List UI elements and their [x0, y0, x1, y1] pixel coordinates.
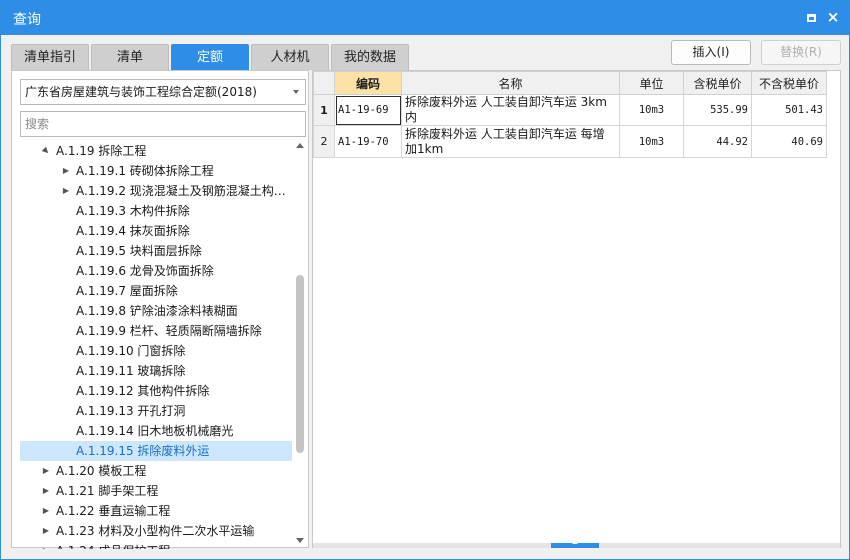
tree-node[interactable]: A.1.19.15 拆除废料外运 — [20, 441, 292, 461]
expand-right-icon[interactable]: ▶ — [40, 481, 52, 501]
close-button[interactable]: × — [823, 7, 843, 27]
scrollbar-thumb[interactable] — [296, 275, 304, 453]
quota-tree-panel: 广东省房屋建筑与装饰工程综合定额(2018) ▲A.1.19 拆除工程▶A.1.… — [11, 70, 309, 549]
tree-node[interactable]: ▲ A.1.19 拆除工程 — [20, 141, 292, 161]
tree-node-label: A.1.19.9 栏杆、轻质隔断隔墙拆除 — [76, 324, 262, 338]
tree-node[interactable]: A.1.19.6 龙骨及饰面拆除 — [20, 261, 292, 281]
tree-node-label: A.1.19.13 开孔打洞 — [76, 404, 186, 418]
tree-node-label: A.1.19.6 龙骨及饰面拆除 — [76, 264, 214, 278]
tree-node-label: A.1.19.5 块料面层拆除 — [76, 244, 202, 258]
scrollbar-grip[interactable] — [551, 541, 599, 548]
cell-code[interactable]: A1-19-70 — [334, 125, 402, 158]
column-header-name[interactable]: 名称 — [401, 71, 620, 95]
table-row[interactable]: 2 A1-19-70 拆除废料外运 人工装自卸汽车运 每增加1km 10m3 4… — [313, 125, 827, 158]
cell-unit[interactable]: 10m3 — [619, 94, 684, 126]
tree-node[interactable]: A.1.19.5 块料面层拆除 — [20, 241, 292, 261]
tree-node[interactable]: ▶ A.1.19.2 现浇混凝土及钢筋混凝土构… — [20, 181, 292, 201]
tree-node[interactable]: A.1.19.7 屋面拆除 — [20, 281, 292, 301]
maximize-button[interactable] — [801, 7, 821, 27]
tree-node-label: A.1.19.14 旧木地板机械磨光 — [76, 424, 234, 438]
cell-price-without-tax[interactable]: 40.69 — [751, 125, 827, 158]
tree-node-label: A.1.19.12 其他构件拆除 — [76, 384, 210, 398]
chevron-down-icon — [293, 90, 299, 94]
tree-node-label: A.1.23 材料及小型构件二次水平运输 — [56, 524, 255, 538]
column-header-price-without-tax[interactable]: 不含税单价 — [751, 71, 827, 95]
expand-right-icon[interactable]: ▶ — [40, 541, 52, 549]
tab-bill[interactable]: 清单 — [91, 44, 169, 70]
tree-node-label: A.1.19.2 现浇混凝土及钢筋混凝土构… — [76, 184, 286, 198]
tree-node-label: A.1.19.4 抹灰面拆除 — [76, 224, 190, 238]
chapter-tree: ▲ A.1.19 拆除工程 ▶ A.1.19.1 砖砌体拆除工程 ▶ A.1.19.2 现… — [20, 141, 294, 549]
tree-node[interactable]: ▶ A.1.22 垂直运输工程 — [20, 501, 292, 521]
replace-button[interactable]: 替换(R) — [761, 40, 841, 65]
expand-right-icon[interactable]: ▶ — [40, 521, 52, 541]
tree-node[interactable]: A.1.19.13 开孔打洞 — [20, 401, 292, 421]
expand-right-icon[interactable]: ▶ — [60, 181, 72, 201]
cell-unit[interactable]: 10m3 — [619, 125, 684, 158]
cell-price-with-tax[interactable]: 44.92 — [683, 125, 752, 158]
grid-horizontal-scrollbar[interactable] — [313, 541, 840, 548]
tree-node[interactable]: A.1.19.12 其他构件拆除 — [20, 381, 292, 401]
tree-node[interactable]: ▶ A.1.24 成品保护工程 — [20, 541, 292, 549]
cell-price-without-tax[interactable]: 501.43 — [751, 94, 827, 126]
tree-node-label: A.1.19.11 玻璃拆除 — [76, 364, 186, 378]
scroll-down-icon[interactable] — [296, 538, 304, 543]
tree-node-label: A.1.19.15 拆除废料外运 — [76, 444, 210, 458]
tree-node[interactable]: A.1.19.8 铲除油漆涂料裱糊面 — [20, 301, 292, 321]
tree-node[interactable]: A.1.19.9 栏杆、轻质隔断隔墙拆除 — [20, 321, 292, 341]
tree-node[interactable]: ▶ A.1.19.1 砖砌体拆除工程 — [20, 161, 292, 181]
expand-right-icon[interactable]: ▶ — [40, 461, 52, 481]
scroll-up-icon[interactable] — [296, 143, 304, 148]
row-number[interactable]: 1 — [313, 94, 335, 126]
window-title: 查询 — [13, 12, 41, 28]
tree-node-label: A.1.21 脚手架工程 — [56, 484, 159, 498]
quota-table: 编码 名称 单位 含税单价 不含税单价 1 A1-19-69 拆除废料外运 人工… — [313, 71, 827, 158]
tree-node[interactable]: A.1.19.11 玻璃拆除 — [20, 361, 292, 381]
search-input[interactable] — [20, 111, 306, 137]
row-number[interactable]: 2 — [313, 125, 335, 158]
tab-labor-material-machine[interactable]: 人材机 — [251, 44, 329, 70]
insert-button[interactable]: 插入(I) — [671, 40, 751, 65]
maximize-icon — [806, 14, 816, 22]
tree-scrollbar[interactable] — [295, 141, 305, 546]
tree-node[interactable]: A.1.19.10 门窗拆除 — [20, 341, 292, 361]
cell-name[interactable]: 拆除废料外运 人工装自卸汽车运 3km内 — [401, 94, 620, 126]
tree-node-label: A.1.19 拆除工程 — [56, 144, 147, 158]
quota-library-value: 广东省房屋建筑与装饰工程综合定额(2018) — [25, 85, 257, 99]
tree-node-label: A.1.19.1 砖砌体拆除工程 — [76, 164, 214, 178]
row-number-header — [313, 71, 335, 95]
tab-bill-guide[interactable]: 清单指引 — [11, 44, 89, 70]
tree-node-label: A.1.20 模板工程 — [56, 464, 147, 478]
column-header-price-with-tax[interactable]: 含税单价 — [683, 71, 752, 95]
tree-node[interactable]: ▶ A.1.20 模板工程 — [20, 461, 292, 481]
tree-node-label: A.1.19.10 门窗拆除 — [76, 344, 186, 358]
tree-node-label: A.1.19.3 木构件拆除 — [76, 204, 190, 218]
column-header-code[interactable]: 编码 — [334, 71, 402, 95]
tree-node[interactable]: A.1.19.4 抹灰面拆除 — [20, 221, 292, 241]
cell-price-with-tax[interactable]: 535.99 — [683, 94, 752, 126]
tab-my-data[interactable]: 我的数据 — [331, 44, 409, 70]
column-header-unit[interactable]: 单位 — [619, 71, 684, 95]
query-window: 查询 × 清单指引 清单 定额 人材机 我的数据 插入(I) 替换(R) 广东省… — [0, 0, 850, 560]
expand-right-icon[interactable]: ▶ — [60, 161, 72, 181]
tree-node[interactable]: ▶ A.1.23 材料及小型构件二次水平运输 — [20, 521, 292, 541]
tree-node[interactable]: ▶ A.1.21 脚手架工程 — [20, 481, 292, 501]
tree-node[interactable]: A.1.19.14 旧木地板机械磨光 — [20, 421, 292, 441]
expand-down-icon[interactable]: ▲ — [35, 141, 58, 161]
tree-node-label: A.1.19.7 屋面拆除 — [76, 284, 178, 298]
tab-quota[interactable]: 定额 — [171, 44, 249, 70]
title-bar[interactable]: 查询 × — [1, 1, 849, 35]
cell-name[interactable]: 拆除废料外运 人工装自卸汽车运 每增加1km — [401, 125, 620, 158]
expand-right-icon[interactable]: ▶ — [40, 501, 52, 521]
table-row[interactable]: 1 A1-19-69 拆除废料外运 人工装自卸汽车运 3km内 10m3 535… — [313, 94, 827, 126]
quota-grid-panel: 编码 名称 单位 含税单价 不含税单价 1 A1-19-69 拆除废料外运 人工… — [312, 70, 841, 548]
tree-node-label: A.1.22 垂直运输工程 — [56, 504, 171, 518]
tree-node[interactable]: A.1.19.3 木构件拆除 — [20, 201, 292, 221]
quota-library-select[interactable]: 广东省房屋建筑与装饰工程综合定额(2018) — [20, 79, 306, 105]
tree-node-label: A.1.24 成品保护工程 — [56, 541, 170, 549]
chevron-up-icon — [572, 541, 578, 544]
tree-node-label: A.1.19.8 铲除油漆涂料裱糊面 — [76, 304, 238, 318]
cell-code[interactable]: A1-19-69 — [334, 94, 402, 126]
